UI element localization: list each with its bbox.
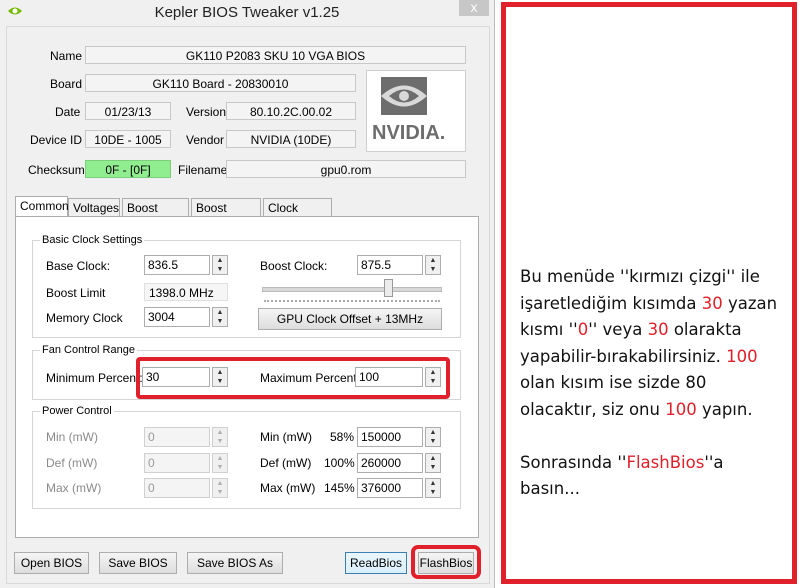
power-left-max-stepper: ▲ ▼: [212, 478, 228, 498]
date-label: Date: [55, 105, 81, 119]
nvidia-logo: NVIDIA.: [366, 70, 466, 152]
open-bios-button[interactable]: Open BIOS: [14, 552, 89, 574]
power-left-def-input: 0: [144, 453, 210, 473]
note-highlight: 100: [726, 346, 758, 366]
clock-offset-slider-thumb[interactable]: [384, 279, 393, 297]
power-min-label: Min (mW): [260, 430, 312, 444]
power-def-label: Def (mW): [260, 456, 312, 470]
memory-clock-label: Memory Clock: [46, 311, 123, 325]
save-bios-as-button[interactable]: Save BIOS As: [187, 552, 283, 574]
gpu-clock-offset-button[interactable]: GPU Clock Offset + 13MHz: [258, 308, 442, 330]
power-def-percent: 100%: [324, 456, 355, 470]
board-field: GK110 Board - 20830010: [85, 74, 356, 92]
power-def-stepper[interactable]: ▲ ▼: [425, 453, 441, 473]
read-bios-button[interactable]: ReadBios: [345, 552, 407, 574]
window-title: Kepler BIOS Tweaker v1.25: [154, 4, 340, 21]
min-percent-label: Minimum Percent:: [46, 371, 143, 385]
power-min-percent: 58%: [330, 430, 355, 444]
name-field: GK110 P2083 SKU 10 VGA BIOS: [85, 46, 466, 64]
note-segment: '' veya: [588, 320, 648, 339]
device-id-label: Device ID: [30, 133, 83, 147]
power-left-max-input: 0: [144, 478, 210, 498]
note-segment: yapın.: [696, 399, 753, 419]
version-label: Version: [186, 105, 227, 119]
power-max-stepper[interactable]: ▲ ▼: [425, 478, 441, 498]
note-highlight: 30: [647, 320, 669, 339]
filename-field: gpu0.rom: [226, 160, 466, 178]
power-max-label: Max (mW): [260, 481, 316, 495]
fan-range-highlight: [136, 357, 450, 399]
power-left-min-input: 0: [144, 427, 210, 447]
note-highlight: 100: [665, 399, 697, 419]
checksum-field: 0F - [0F]: [85, 160, 171, 178]
device-id-field: 10DE - 1005: [85, 130, 171, 148]
note-highlight: 0: [577, 320, 589, 339]
flash-bios-highlight: [411, 545, 481, 579]
power-left-def-stepper: ▲ ▼: [212, 453, 228, 473]
save-bios-button[interactable]: Save BIOS: [99, 552, 177, 574]
boost-clock-label: Boost Clock:: [260, 259, 328, 273]
date-field: 01/23/13: [85, 102, 171, 120]
memory-clock-input[interactable]: 3004: [144, 307, 210, 327]
power-left-min-stepper: ▲ ▼: [212, 427, 228, 447]
power-max-input[interactable]: 376000: [357, 478, 423, 498]
filename-label: Filename: [178, 163, 228, 177]
note-segment: Sonrasında '': [520, 452, 627, 472]
annotation-text: Bu menüde ''kırmızı çizgi'' ile işaretle…: [520, 264, 785, 503]
base-clock-stepper[interactable]: ▲ ▼: [212, 255, 228, 275]
bios-tweaker-window: Kepler BIOS Tweaker v1.25 x Name GK110 P…: [0, 0, 495, 588]
boost-limit-label: Boost Limit: [46, 286, 106, 300]
nvidia-wordmark: NVIDIA.: [372, 122, 445, 144]
board-label: Board: [50, 77, 83, 91]
tab-common[interactable]: Common: [15, 196, 69, 217]
vendor-label: Vendor: [186, 133, 225, 147]
tab-clock-states[interactable]: Clock States: [263, 198, 332, 233]
title-bar: Kepler BIOS Tweaker v1.25 x: [0, 0, 494, 26]
nvidia-eye-icon: NVIDIA.: [372, 77, 445, 144]
name-label: Name: [50, 49, 83, 63]
fan-control-title: Fan Control Range: [40, 344, 137, 356]
boost-clock-input[interactable]: 875.5: [357, 255, 423, 275]
version-field: 80.10.2C.00.02: [226, 102, 356, 120]
power-min-input[interactable]: 150000: [357, 427, 423, 447]
close-button[interactable]: x: [459, 0, 489, 16]
boost-clock-stepper[interactable]: ▲ ▼: [425, 255, 441, 275]
note-highlight: 30: [701, 293, 723, 313]
power-min-stepper[interactable]: ▲ ▼: [425, 427, 441, 447]
power-def-input[interactable]: 260000: [357, 453, 423, 473]
checksum-label: Checksum: [28, 163, 85, 177]
tab-voltages[interactable]: Voltages: [68, 198, 120, 216]
power-left-max-label: Max (mW): [46, 481, 102, 495]
boost-limit-value: 1398.0 MHz: [144, 283, 228, 301]
power-max-percent: 145%: [324, 481, 355, 495]
tab-boost-table[interactable]: Boost Table: [122, 198, 189, 233]
memory-clock-stepper[interactable]: ▲ ▼: [212, 307, 228, 327]
note-highlight: FlashBios: [626, 452, 705, 472]
power-control-title: Power Control: [40, 405, 114, 417]
base-clock-label: Base Clock:: [46, 259, 111, 273]
clock-offset-slider-track[interactable]: [262, 287, 442, 292]
tab-boost-states[interactable]: Boost States: [191, 198, 261, 233]
vendor-field: NVIDIA (10DE): [226, 130, 356, 148]
clock-settings-title: Basic Clock Settings: [40, 234, 145, 246]
base-clock-input[interactable]: 836.5: [144, 255, 210, 275]
power-left-min-label: Min (mW): [46, 430, 98, 444]
slider-ticks: [264, 300, 440, 304]
power-left-def-label: Def (mW): [46, 456, 98, 470]
